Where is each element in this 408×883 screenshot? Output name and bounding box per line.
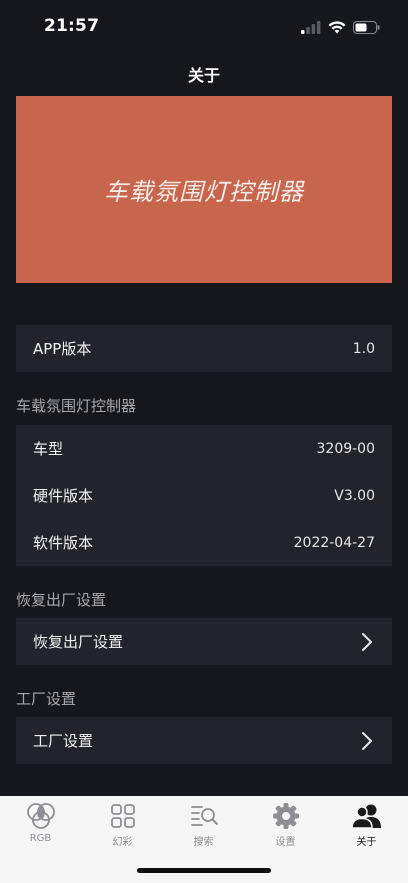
battery-icon [353, 19, 380, 38]
chevron-right-icon [359, 631, 375, 653]
tab-label: 幻彩 [112, 837, 133, 848]
software-version-value: 2022-04-27 [293, 534, 375, 551]
tab-label: 搜索 [193, 837, 214, 848]
banner-title: 车载氛围灯控制器 [104, 178, 304, 206]
tab-search[interactable]: 搜索 [163, 796, 244, 852]
tab-label: 设置 [275, 837, 296, 848]
tab-settings[interactable]: 设置 [245, 796, 326, 852]
app-version-card: APP版本 1.0 [16, 325, 392, 372]
wifi-icon [328, 19, 346, 38]
tab-rgb[interactable]: RGB [0, 796, 81, 852]
rgb-icon [25, 802, 57, 830]
tab-label: RGB [29, 833, 52, 844]
grid-icon [107, 802, 139, 830]
hardware-version-value: V3.00 [334, 487, 375, 504]
restore-card: 恢复出厂设置 [16, 618, 392, 665]
cellular-signal-icon [301, 19, 321, 38]
controller-section-header: 车载氛围灯控制器 [16, 397, 137, 415]
app-version-value: 1.0 [352, 340, 375, 357]
status-bar: 21:57 [0, 0, 408, 54]
restore-section-header: 恢复出厂设置 [16, 591, 107, 609]
restore-factory-label: 恢复出厂设置 [33, 633, 124, 651]
software-version-row: 软件版本 2022-04-27 [16, 519, 392, 566]
home-indicator [137, 868, 271, 873]
app-version-row: APP版本 1.0 [16, 325, 392, 372]
vehicle-model-value: 3209-00 [316, 440, 376, 457]
factory-settings-label: 工厂设置 [33, 732, 94, 750]
tab-magic-color[interactable]: 幻彩 [82, 796, 163, 852]
controller-info-card: 车型 3209-00 硬件版本 V3.00 软件版本 2022-04-27 [16, 425, 392, 566]
vehicle-model-label: 车型 [33, 440, 64, 458]
restore-factory-row[interactable]: 恢复出厂设置 [16, 618, 392, 665]
people-icon [350, 802, 383, 830]
tab-label: 关于 [356, 837, 377, 848]
status-time: 21:57 [44, 16, 100, 36]
search-icon [188, 802, 220, 830]
tab-about[interactable]: 关于 [326, 796, 407, 852]
product-banner: 车载氛围灯控制器 [16, 96, 392, 283]
gear-icon [270, 802, 302, 830]
hardware-version-label: 硬件版本 [33, 487, 94, 505]
vehicle-model-row: 车型 3209-00 [16, 425, 392, 472]
app-version-label: APP版本 [33, 340, 92, 358]
factory-card: 工厂设置 [16, 717, 392, 764]
hardware-version-row: 硬件版本 V3.00 [16, 472, 392, 519]
status-icons [301, 19, 380, 38]
factory-section-header: 工厂设置 [16, 690, 77, 708]
tab-bar: RGB 幻彩 搜索 设置 关于 [0, 796, 408, 883]
page-title: 关于 [187, 66, 220, 85]
software-version-label: 软件版本 [33, 534, 94, 552]
chevron-right-icon [359, 730, 375, 752]
factory-settings-row[interactable]: 工厂设置 [16, 717, 392, 764]
